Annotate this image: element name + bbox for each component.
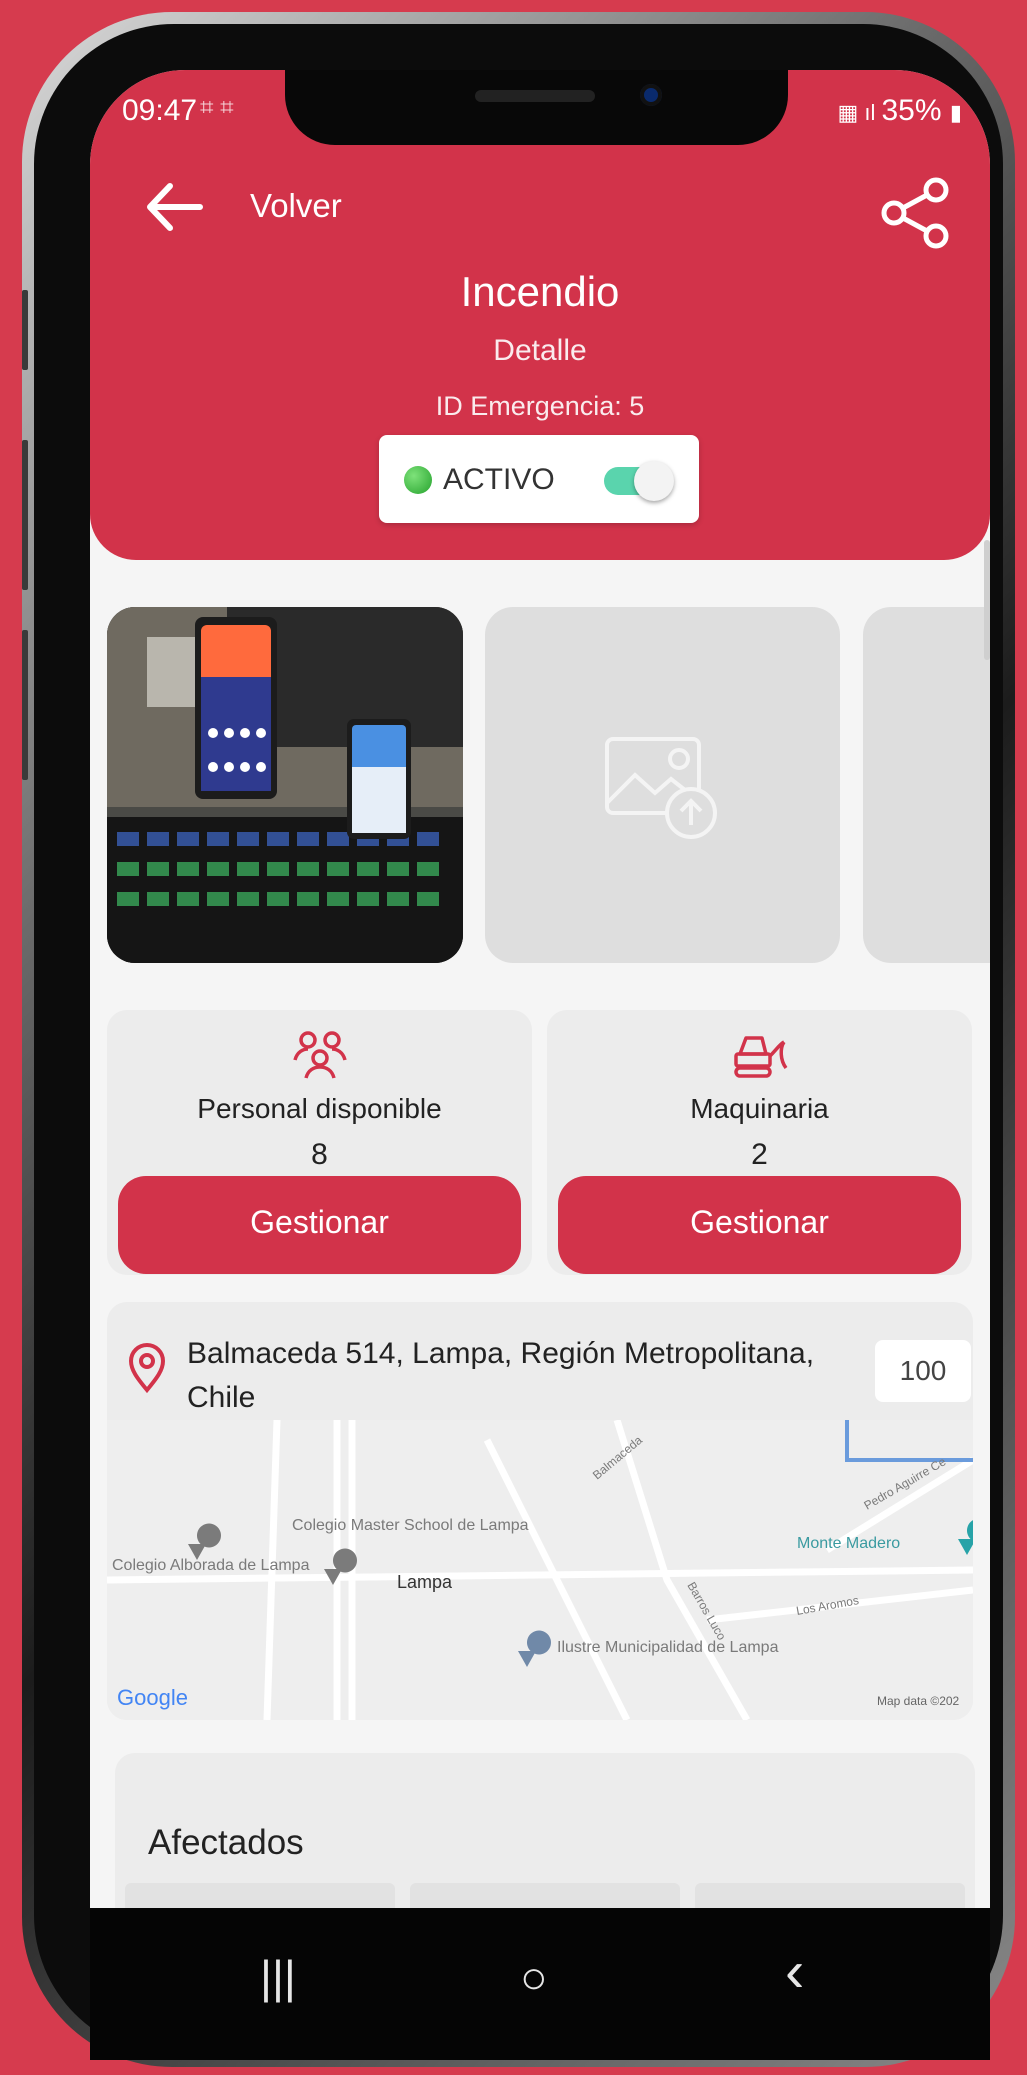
google-logo: Google: [117, 1685, 188, 1710]
map-view[interactable]: Colegio Master School de Lampa Lampa Ilu…: [107, 1418, 973, 1720]
speaker: [475, 90, 595, 102]
emergency-id: ID Emergencia: 5: [435, 391, 645, 421]
map-label: Colegio Master School de Lampa: [292, 1517, 529, 1534]
map-label: Ilustre Municipalidad de Lampa: [557, 1639, 779, 1656]
resource-label: Personal disponible: [197, 1093, 442, 1124]
nav-back-button[interactable]: ‹: [785, 1938, 804, 2005]
resource-count: 8: [311, 1138, 328, 1171]
status-time: 09:47: [122, 94, 198, 127]
status-dot-icon: [404, 466, 432, 494]
recent-apps-button[interactable]: |||: [260, 1950, 296, 2004]
gallery-photo[interactable]: [107, 607, 463, 963]
resource-card-personal: Personal disponible 8 Gestionar: [107, 1010, 532, 1275]
map-label: Monte Madero: [797, 1535, 900, 1552]
side-button: [22, 440, 28, 590]
page-title: Incendio: [460, 268, 620, 315]
image-upload-icon: [605, 737, 717, 839]
page-subtitle: Detalle: [493, 334, 587, 367]
location-pin-icon: [125, 1342, 169, 1399]
radius-input[interactable]: 100: [875, 1340, 971, 1402]
status-notification-icons: ⌗ ⌗: [200, 94, 234, 121]
gallery-placeholder[interactable]: [485, 607, 840, 963]
app-screen: 09:47 ⌗ ⌗ ▦ ıl 35% ▮ Volver Incendio Det…: [90, 70, 990, 2060]
share-icon[interactable]: [876, 174, 954, 252]
status-toggle[interactable]: [604, 461, 676, 501]
people-icon: [107, 1028, 532, 1085]
gallery-placeholder[interactable]: [863, 607, 990, 963]
arrow-left-icon[interactable]: [142, 178, 204, 246]
front-camera: [640, 84, 662, 106]
status-label: ACTIVO: [443, 463, 555, 496]
resource-count: 2: [751, 1138, 768, 1171]
map-attribution: Map data ©202: [877, 1694, 960, 1708]
excavator-icon: [547, 1028, 972, 1085]
afectados-title: Afectados: [148, 1823, 304, 1862]
scrollbar[interactable]: [984, 540, 990, 660]
status-card: ACTIVO: [379, 435, 699, 523]
manage-machinery-button[interactable]: Gestionar: [558, 1176, 961, 1274]
manage-personal-button[interactable]: Gestionar: [118, 1176, 521, 1274]
resource-card-machinery: Maquinaria 2 Gestionar: [547, 1010, 972, 1275]
map-label: Colegio Alborada de Lampa: [112, 1557, 310, 1574]
back-label[interactable]: Volver: [250, 187, 342, 225]
address-text: Balmaceda 514, Lampa, Región Metropolita…: [187, 1337, 815, 1414]
toggle-knob: [634, 461, 674, 501]
map-label: Lampa: [397, 1572, 453, 1592]
home-button[interactable]: ○: [520, 1950, 548, 2004]
resource-label: Maquinaria: [690, 1093, 829, 1124]
side-button: [22, 290, 28, 370]
side-button: [22, 630, 28, 780]
camera-notch: [285, 70, 788, 145]
status-battery: ▦ ıl 35% ▮: [837, 94, 962, 127]
system-navbar: ||| ○ ‹: [90, 1908, 990, 2060]
location-card: Balmaceda 514, Lampa, Región Metropolita…: [107, 1302, 973, 1720]
